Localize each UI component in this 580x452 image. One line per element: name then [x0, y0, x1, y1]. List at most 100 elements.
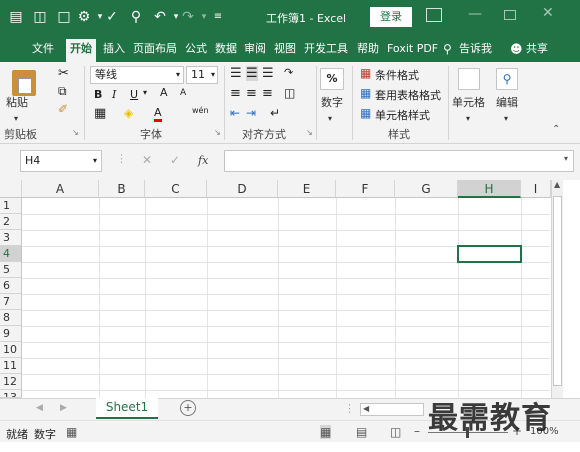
touch-mode-icon[interactable]: ⚙: [76, 9, 92, 25]
bottom-align-icon[interactable]: ☰: [262, 66, 274, 81]
border-icon[interactable]: ▦: [94, 106, 106, 121]
tab-help[interactable]: 帮助: [353, 39, 383, 62]
scroll-left-icon[interactable]: ◀: [363, 404, 369, 413]
align-left-icon[interactable]: ≡: [230, 86, 241, 101]
row-header-9[interactable]: 9: [0, 326, 22, 342]
insert-function-button[interactable]: fx: [198, 154, 208, 167]
cells-button[interactable]: 单元格: [452, 96, 485, 110]
orientation-icon[interactable]: ↷: [284, 66, 293, 79]
fill-color-icon[interactable]: ◈: [124, 106, 133, 120]
next-sheet-icon[interactable]: ▶: [60, 403, 67, 413]
column-header-g[interactable]: G: [395, 180, 458, 198]
tab-data[interactable]: 数据: [211, 39, 241, 62]
cells-icon[interactable]: [458, 68, 480, 90]
wrap-text-icon[interactable]: ↵: [270, 106, 280, 120]
vertical-scrollbar[interactable]: ▲: [551, 180, 563, 398]
row-header-12[interactable]: 12: [0, 374, 22, 390]
column-header-e[interactable]: E: [278, 180, 336, 198]
font-launcher-icon[interactable]: ↘: [214, 128, 221, 137]
row-header-2[interactable]: 2: [0, 214, 22, 230]
editing-dropdown-icon[interactable]: ▾: [504, 112, 508, 126]
close-icon[interactable]: ✕: [542, 5, 554, 21]
decrease-indent-icon[interactable]: ⇤: [230, 106, 240, 120]
name-box[interactable]: H4 ▾: [20, 150, 102, 172]
number-format-icon[interactable]: %: [320, 68, 344, 90]
format-painter-icon[interactable]: ✐: [58, 102, 68, 116]
top-align-icon[interactable]: ☰: [230, 66, 242, 81]
font-color-button[interactable]: A: [154, 106, 162, 122]
merge-center-icon[interactable]: ◫: [284, 86, 295, 100]
collapse-ribbon-icon[interactable]: ⌃: [552, 124, 560, 135]
copy-icon[interactable]: ⧉: [58, 84, 67, 99]
open-folder-icon[interactable]: ◫: [32, 9, 48, 25]
add-sheet-icon[interactable]: +: [180, 400, 196, 416]
font-name-select[interactable]: 等线 ▾: [90, 66, 184, 84]
spelling-icon[interactable]: ✓: [104, 9, 120, 25]
column-header-c[interactable]: C: [145, 180, 207, 198]
clipboard-launcher-icon[interactable]: ↘: [72, 128, 79, 137]
tab-page-layout[interactable]: 页面布局: [129, 39, 181, 62]
number-group-label[interactable]: 数字: [321, 96, 343, 110]
align-right-icon[interactable]: ≡: [262, 86, 273, 101]
row-header-8[interactable]: 8: [0, 310, 22, 326]
undo-icon[interactable]: ↶: [152, 9, 168, 25]
align-center-icon[interactable]: ≡: [246, 86, 257, 101]
tab-view[interactable]: 视图: [270, 39, 300, 62]
formula-input[interactable]: [224, 150, 574, 172]
row-header-1[interactable]: 1: [0, 198, 22, 214]
print-preview-icon[interactable]: ⚲: [128, 9, 144, 25]
cell-styles-button[interactable]: 单元格样式: [375, 107, 430, 123]
share-button[interactable]: 共享: [522, 39, 552, 62]
redo-icon[interactable]: ↷: [180, 9, 196, 25]
conditional-format-button[interactable]: 条件格式: [375, 67, 419, 83]
tab-insert[interactable]: 插入: [99, 39, 129, 62]
column-header-i[interactable]: I: [521, 180, 551, 198]
cut-icon[interactable]: ✂: [58, 66, 69, 81]
column-header-h[interactable]: H: [458, 180, 521, 198]
page-layout-view-icon[interactable]: ▤: [356, 425, 367, 439]
bold-button[interactable]: B: [94, 88, 102, 101]
row-header-4[interactable]: 4: [0, 246, 22, 262]
worksheet-grid[interactable]: A B C D E F G H I 1 2 3 4 5 6 7 8 9 10 1…: [0, 180, 580, 398]
middle-align-icon[interactable]: ☰: [246, 66, 258, 81]
editing-button[interactable]: 编辑: [496, 96, 518, 110]
tab-formulas[interactable]: 公式: [181, 39, 211, 62]
select-all-corner[interactable]: [0, 180, 22, 198]
new-file-icon[interactable]: □: [56, 9, 72, 25]
paste-icon[interactable]: [12, 70, 36, 96]
scroll-thumb[interactable]: [553, 196, 562, 386]
tab-review[interactable]: 审阅: [240, 39, 270, 62]
cells-dropdown-icon[interactable]: ▾: [466, 112, 470, 126]
ribbon-display-icon[interactable]: [426, 8, 442, 22]
prev-sheet-icon[interactable]: ◀: [36, 403, 43, 413]
tab-developer[interactable]: 开发工具: [300, 39, 352, 62]
row-header-5[interactable]: 5: [0, 262, 22, 278]
row-header-13[interactable]: 13: [0, 390, 22, 398]
underline-dropdown-icon[interactable]: ▾: [143, 88, 147, 97]
scroll-up-icon[interactable]: ▲: [554, 180, 560, 189]
tab-foxit-pdf[interactable]: Foxit PDF: [383, 39, 442, 62]
tab-split-icon[interactable]: ⋮: [344, 402, 355, 415]
save-icon[interactable]: ▤: [8, 9, 24, 25]
row-header-3[interactable]: 3: [0, 230, 22, 246]
paste-button[interactable]: 粘贴: [6, 96, 28, 110]
maximize-icon[interactable]: [504, 10, 516, 20]
italic-button[interactable]: I: [112, 88, 116, 101]
customize-toolbar-icon[interactable]: ≡: [210, 9, 226, 25]
row-header-6[interactable]: 6: [0, 278, 22, 294]
number-dropdown-icon[interactable]: ▾: [328, 112, 332, 126]
row-header-11[interactable]: 11: [0, 358, 22, 374]
alignment-launcher-icon[interactable]: ↘: [306, 128, 313, 137]
minimize-icon[interactable]: —: [468, 6, 482, 22]
enter-icon[interactable]: ✓: [170, 153, 180, 167]
tab-home[interactable]: 开始: [66, 39, 96, 62]
column-header-f[interactable]: F: [336, 180, 395, 198]
find-icon[interactable]: ⚲: [496, 68, 518, 90]
column-header-d[interactable]: D: [207, 180, 278, 198]
expand-formula-icon[interactable]: ▾: [564, 154, 568, 163]
underline-button[interactable]: U: [130, 88, 138, 101]
normal-view-icon[interactable]: ▦: [320, 425, 332, 439]
phonetic-button[interactable]: wén: [192, 106, 209, 115]
row-header-7[interactable]: 7: [0, 294, 22, 310]
cancel-icon[interactable]: ✕: [142, 153, 152, 167]
